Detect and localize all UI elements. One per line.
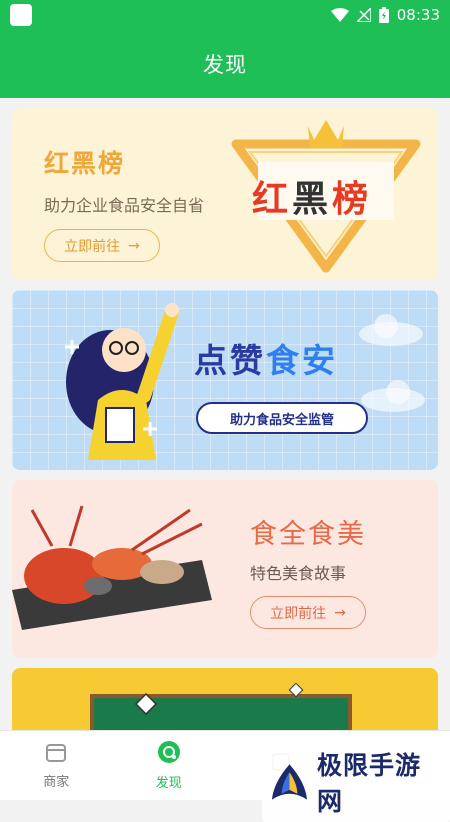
cloud-icon xyxy=(358,374,428,414)
food-story-card[interactable]: 食全食美 特色美食故事 立即前往 → xyxy=(12,480,438,658)
food-title: 食全食美 xyxy=(250,512,366,551)
status-bar: 08:33 xyxy=(0,0,450,30)
redblack-title: 红黑榜 xyxy=(44,144,125,180)
redblack-art-text: 红黑榜 xyxy=(252,170,372,222)
page-title: 发现 xyxy=(203,49,247,79)
tab-discover-label: 发现 xyxy=(156,772,182,791)
diamond-icon xyxy=(288,682,304,698)
tab-merchants-label: 商家 xyxy=(43,771,69,790)
battery-icon xyxy=(379,7,389,23)
chalkboard-card[interactable] xyxy=(12,668,438,730)
wifi-icon xyxy=(331,8,349,22)
app-notification-icon xyxy=(10,4,32,26)
redblack-go-label: 立即前往 xyxy=(64,236,120,256)
discover-content[interactable]: 红黑榜 助力企业食品安全自省 立即前往 → 红黑榜 点赞食安 助力食品安 xyxy=(0,98,450,730)
site-watermark: 极限手游网 xyxy=(262,742,450,822)
arrow-right-icon: → xyxy=(334,605,346,621)
cloud-icon xyxy=(356,308,426,348)
shop-icon xyxy=(44,741,68,763)
chalkboard-illustration xyxy=(90,694,352,730)
redblack-go-button[interactable]: 立即前往 → xyxy=(44,229,160,262)
signal-icon xyxy=(357,8,371,22)
tab-discover[interactable]: 发现 xyxy=(113,731,226,800)
like-title-dark: 点赞 xyxy=(194,341,266,380)
like-food-safety-card[interactable]: 点赞食安 助力食品安全监管 xyxy=(12,290,438,470)
nav-bar: 发现 xyxy=(0,30,450,98)
tab-merchants[interactable]: 商家 xyxy=(0,731,113,800)
status-time: 08:33 xyxy=(397,6,440,24)
like-banner: 助力食品安全监管 xyxy=(196,402,368,434)
redblack-subtitle: 助力企业食品安全自省 xyxy=(44,192,204,216)
redblack-card[interactable]: 红黑榜 助力企业食品安全自省 立即前往 → 红黑榜 xyxy=(12,108,438,280)
diamond-icon xyxy=(134,692,158,716)
like-title: 点赞食安 xyxy=(194,334,338,382)
art-dark-char: 黑 xyxy=(292,179,332,220)
like-title-blue: 食安 xyxy=(266,341,338,380)
watermark-text: 极限手游网 xyxy=(317,746,444,818)
food-go-button[interactable]: 立即前往 → xyxy=(250,596,366,629)
seafood-illustration xyxy=(12,480,212,658)
food-go-label: 立即前往 xyxy=(270,603,326,623)
food-subtitle: 特色美食故事 xyxy=(250,560,346,584)
watermark-logo-icon xyxy=(268,762,311,802)
art-red-char: 红 xyxy=(252,179,292,220)
woman-illustration xyxy=(32,290,212,470)
like-banner-text: 助力食品安全监管 xyxy=(230,409,334,428)
art-end-char: 榜 xyxy=(332,179,372,220)
arrow-right-icon: → xyxy=(128,238,140,254)
discover-icon xyxy=(157,740,181,764)
